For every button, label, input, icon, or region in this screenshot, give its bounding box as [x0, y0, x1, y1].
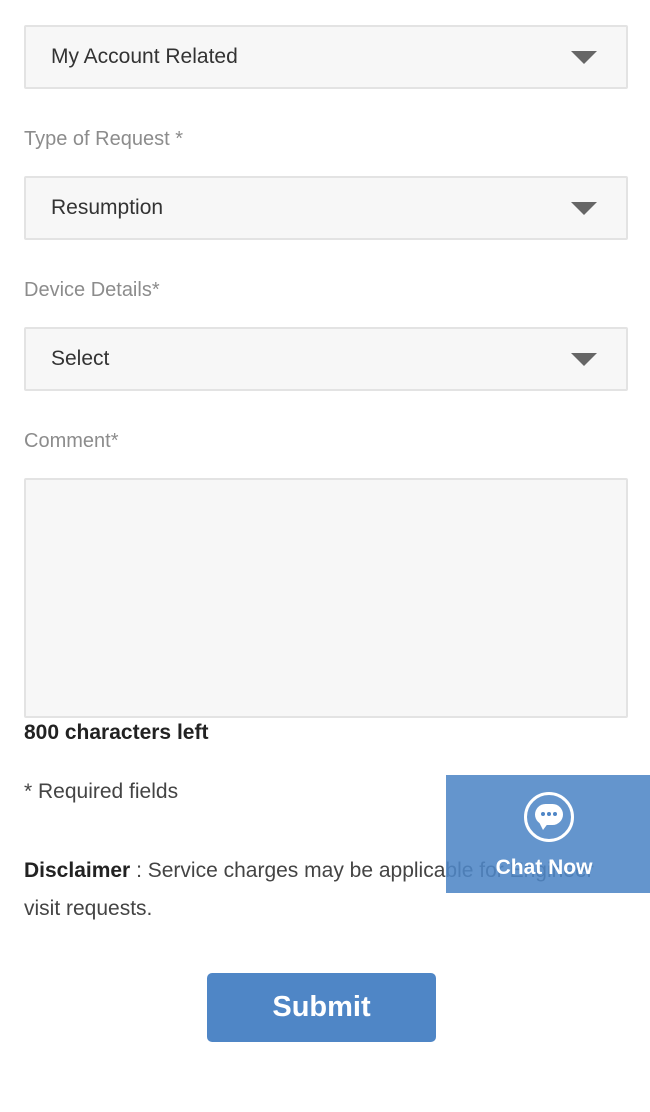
- chat-bubble-icon: [524, 792, 574, 842]
- support-request-form: My Account Related Type of Request * Res…: [0, 0, 650, 1112]
- characters-left-counter: 800 characters left: [24, 721, 209, 744]
- required-fields-note: * Required fields: [24, 780, 179, 803]
- device-details-label: Device Details*: [24, 279, 160, 301]
- submit-button[interactable]: Submit: [207, 973, 436, 1042]
- chevron-down-icon: [571, 353, 597, 366]
- disclaimer-label: Disclaimer: [24, 859, 131, 882]
- category-select-value: My Account Related: [51, 45, 238, 68]
- request-type-select[interactable]: Resumption: [24, 176, 628, 240]
- device-details-value: Select: [51, 347, 110, 370]
- request-type-value: Resumption: [51, 196, 164, 219]
- chat-now-label: Chat Now: [495, 856, 593, 879]
- chat-now-button[interactable]: Chat Now: [446, 775, 650, 893]
- chevron-down-icon: [571, 51, 597, 64]
- device-details-select[interactable]: Select: [24, 327, 628, 391]
- request-type-label: Type of Request *: [24, 128, 183, 150]
- category-select[interactable]: My Account Related: [24, 25, 628, 89]
- comment-textarea[interactable]: [24, 478, 628, 718]
- chevron-down-icon: [571, 202, 597, 215]
- comment-label: Comment*: [24, 430, 119, 452]
